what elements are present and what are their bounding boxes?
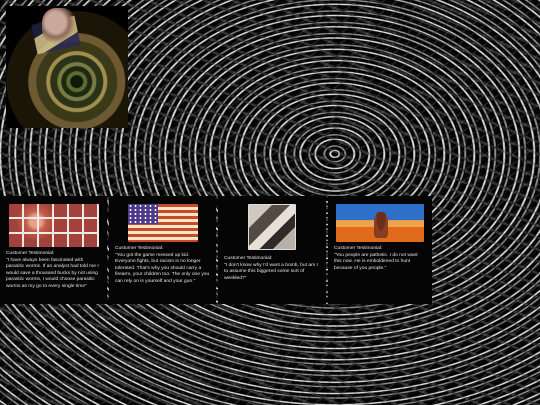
spam-slices-photo: [8, 204, 99, 247]
testimonial-text: "I have always been fascinated with para…: [6, 257, 99, 289]
testimonial-text: "I don't know why I'd want a bomb, but a…: [224, 262, 318, 281]
desert-person-photo: [336, 204, 424, 242]
testimonial-label: Customer Testimonial:: [334, 246, 383, 251]
testimonial-label: Customer Testimonial:: [6, 251, 55, 256]
testimonial-card-2: Customer Testimonial: "You got the game …: [109, 196, 216, 304]
testimonial-text: "You people are pathetic. I do not want …: [334, 252, 418, 271]
hero-image: [6, 6, 128, 128]
american-flag-photo: [127, 204, 198, 242]
testimonial-body: Customer Testimonial: "You people are pa…: [334, 246, 426, 272]
testimonial-card-3: Customer Testimonial: "I don't know why …: [218, 196, 326, 304]
testimonial-text: "You got the game messed up kid. Everyon…: [115, 252, 210, 284]
testimonial-label: Customer Testimonial:: [115, 246, 164, 251]
testimonial-label: Customer Testimonial:: [224, 256, 273, 261]
testimonial-card-1: Customer Testimonial: "I have always bee…: [0, 196, 107, 304]
person-figure: [374, 212, 388, 238]
testimonial-cards: Customer Testimonial: "I have always bee…: [0, 196, 540, 306]
testimonial-body: Customer Testimonial: "I don't know why …: [224, 256, 320, 282]
hero-hand-shape: [42, 8, 76, 44]
bomb-scene-photo: [248, 204, 296, 250]
flag-canton: [127, 204, 158, 224]
testimonial-card-4: Customer Testimonial: "You people are pa…: [328, 196, 432, 304]
